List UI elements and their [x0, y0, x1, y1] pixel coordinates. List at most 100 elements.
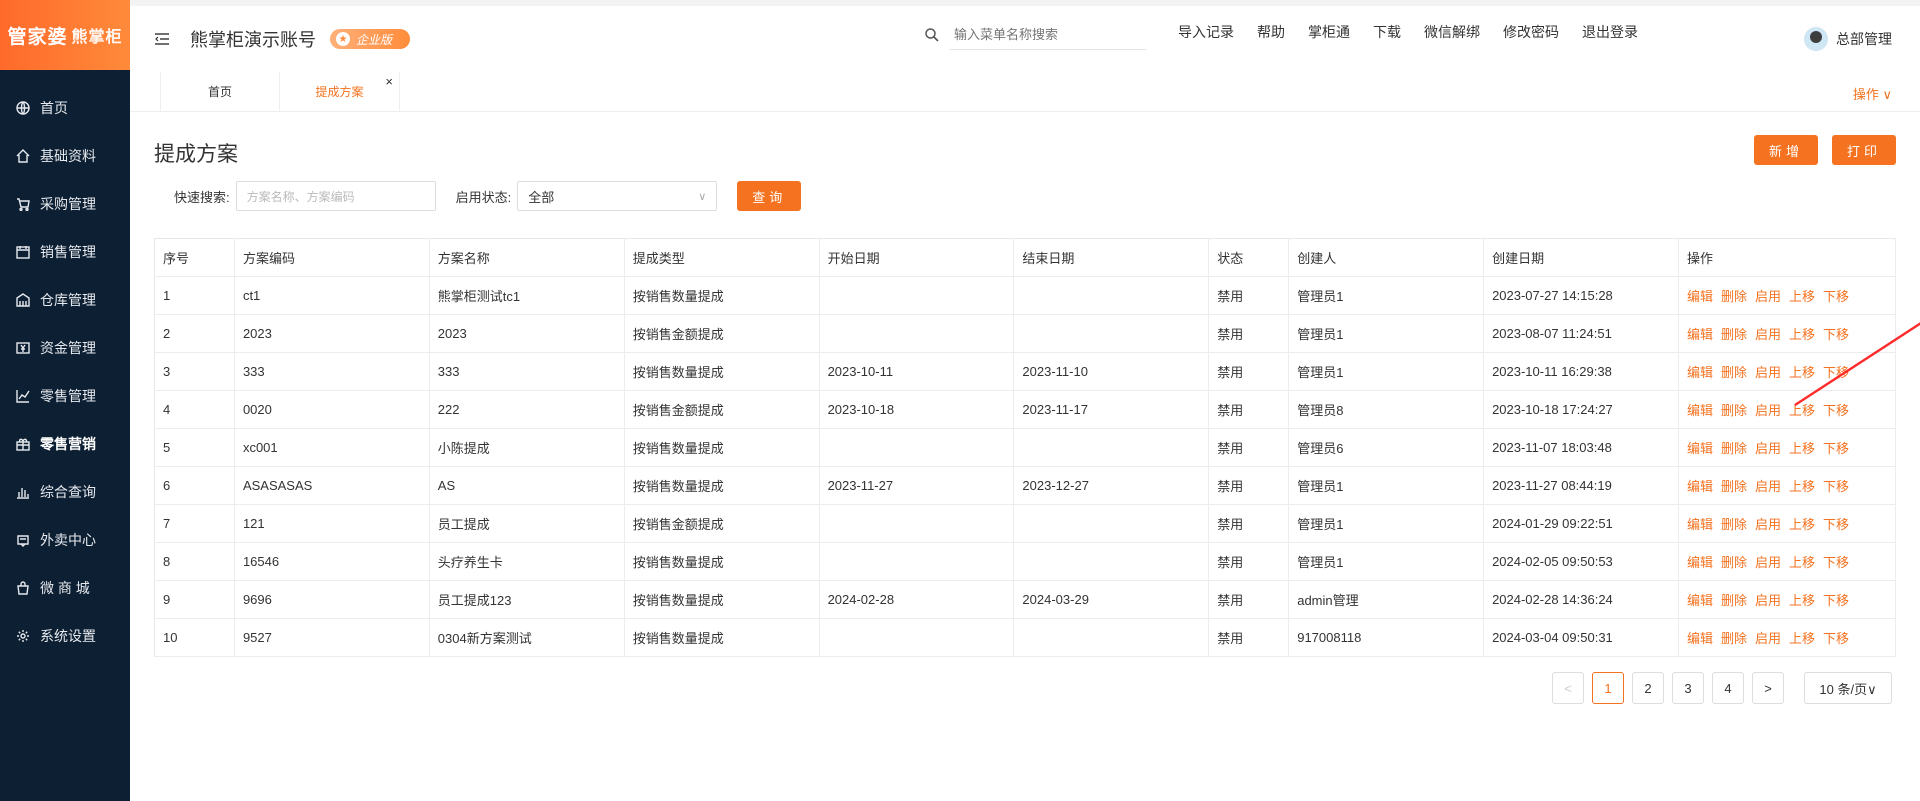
row-action-link[interactable]: 启用	[1755, 555, 1781, 570]
page-size-select[interactable]: 10 条/页∨	[1804, 672, 1892, 704]
page-button[interactable]: 3	[1672, 672, 1704, 704]
row-action-link[interactable]: 启用	[1755, 365, 1781, 380]
row-action-link[interactable]: 上移	[1789, 555, 1815, 570]
row-action-link[interactable]: 启用	[1755, 631, 1781, 646]
print-button[interactable]: 打印	[1832, 135, 1896, 165]
row-action-link[interactable]: 删除	[1721, 441, 1747, 456]
table-row: 9 9696 员工提成123 按销售数量提成 2024-02-28 2024-03-29 禁…	[154, 580, 1897, 619]
sidebar-item[interactable]: 资金管理	[0, 324, 130, 372]
row-actions: 编辑 删除 启用 上移 下移	[1678, 504, 1897, 543]
tab-operations-dropdown[interactable]: 操作 ∨	[1853, 84, 1892, 103]
tab-commission-plan[interactable]: 提成方案 ×	[280, 72, 400, 111]
page-button[interactable]: 1	[1592, 672, 1624, 704]
menu-search-input[interactable]	[950, 20, 1146, 50]
top-link[interactable]: 下载	[1373, 22, 1401, 42]
row-action-link[interactable]: 删除	[1721, 289, 1747, 304]
table-cell: 0304新方案测试	[429, 618, 625, 657]
row-action-link[interactable]: 编辑	[1687, 327, 1713, 342]
tab-home[interactable]: 首页	[160, 72, 280, 111]
top-link[interactable]: 修改密码	[1503, 22, 1559, 42]
row-action-link[interactable]: 启用	[1755, 327, 1781, 342]
row-action-link[interactable]: 删除	[1721, 555, 1747, 570]
row-action-link[interactable]: 下移	[1823, 517, 1849, 532]
row-action-link[interactable]: 编辑	[1687, 593, 1713, 608]
top-link[interactable]: 退出登录	[1582, 22, 1638, 42]
row-action-link[interactable]: 上移	[1789, 441, 1815, 456]
sidebar-item[interactable]: 外卖中心	[0, 516, 130, 564]
sidebar-item[interactable]: 系统设置	[0, 612, 130, 660]
page-button[interactable]: 4	[1712, 672, 1744, 704]
row-action-link[interactable]: 启用	[1755, 593, 1781, 608]
row-action-link[interactable]: 编辑	[1687, 403, 1713, 418]
row-action-link[interactable]: 启用	[1755, 403, 1781, 418]
top-link[interactable]: 微信解绑	[1424, 22, 1480, 42]
top-link[interactable]: 导入记录	[1178, 22, 1234, 42]
row-action-link[interactable]: 下移	[1823, 555, 1849, 570]
plan-search-input[interactable]: 方案名称、方案编码	[235, 181, 436, 211]
user-menu[interactable]: 总部管理	[1804, 27, 1892, 51]
table-cell: 禁用	[1208, 504, 1290, 543]
row-action-link[interactable]: 删除	[1721, 327, 1747, 342]
row-action-link[interactable]: 上移	[1789, 479, 1815, 494]
row-action-link[interactable]: 编辑	[1687, 365, 1713, 380]
query-button[interactable]: 查询	[737, 181, 802, 211]
row-action-link[interactable]: 启用	[1755, 517, 1781, 532]
row-action-link[interactable]: 下移	[1823, 593, 1849, 608]
row-action-link[interactable]: 删除	[1721, 403, 1747, 418]
top-link[interactable]: 帮助	[1257, 22, 1285, 42]
status-select[interactable]: 全部 ∨	[517, 181, 718, 211]
next-page-button[interactable]: >	[1752, 672, 1784, 704]
menu-collapse-icon[interactable]	[154, 32, 170, 46]
table-cell: 禁用	[1208, 428, 1290, 467]
table-cell: 禁用	[1208, 618, 1290, 657]
row-action-link[interactable]: 删除	[1721, 479, 1747, 494]
top-link[interactable]: 掌柜通	[1308, 22, 1350, 42]
sidebar-item[interactable]: 零售管理	[0, 372, 130, 420]
row-action-link[interactable]: 删除	[1721, 631, 1747, 646]
table-cell: 管理员1	[1288, 276, 1485, 315]
column-header: 创建人	[1288, 238, 1485, 277]
row-action-link[interactable]: 下移	[1823, 441, 1849, 456]
sidebar-item[interactable]: 综合查询	[0, 468, 130, 516]
sidebar-item[interactable]: 基础资料	[0, 132, 130, 180]
sidebar-item[interactable]: 微 商 城	[0, 564, 130, 612]
row-action-link[interactable]: 编辑	[1687, 441, 1713, 456]
row-action-link[interactable]: 删除	[1721, 593, 1747, 608]
sidebar-item[interactable]: 仓库管理	[0, 276, 130, 324]
row-action-link[interactable]: 启用	[1755, 479, 1781, 494]
column-header: 方案编码	[234, 238, 430, 277]
table-cell: 2023-10-18 17:24:27	[1483, 390, 1679, 429]
table-cell: ct1	[234, 276, 430, 315]
table-cell: 2024-01-29 09:22:51	[1483, 504, 1679, 543]
sidebar-item[interactable]: 首页	[0, 84, 130, 132]
sidebar-item[interactable]: 采购管理	[0, 180, 130, 228]
row-action-link[interactable]: 上移	[1789, 593, 1815, 608]
column-header: 操作	[1678, 238, 1897, 277]
row-action-link[interactable]: 编辑	[1687, 289, 1713, 304]
table-cell: 2024-02-28 14:36:24	[1483, 580, 1679, 619]
table-cell	[819, 314, 1015, 353]
row-action-link[interactable]: 编辑	[1687, 631, 1713, 646]
row-action-link[interactable]: 编辑	[1687, 479, 1713, 494]
row-action-link[interactable]: 启用	[1755, 441, 1781, 456]
prev-page-button[interactable]: <	[1552, 672, 1584, 704]
row-action-link[interactable]: 删除	[1721, 365, 1747, 380]
row-action-link[interactable]: 启用	[1755, 289, 1781, 304]
sidebar-item-label: 仓库管理	[40, 292, 96, 308]
row-action-link[interactable]: 上移	[1789, 517, 1815, 532]
table-header: 序号 方案编码 方案名称 提成类型 开始日期 结束日期 状态 创建人 创建日期 操作	[154, 238, 1897, 277]
row-action-link[interactable]: 删除	[1721, 517, 1747, 532]
row-action-link[interactable]: 上移	[1789, 631, 1815, 646]
search-label: 快速搜索:	[174, 189, 230, 205]
row-action-link[interactable]: 编辑	[1687, 555, 1713, 570]
filter-bar: 快速搜索: 方案名称、方案编码 启用状态: 全部 ∨ 查询	[174, 181, 802, 211]
sidebar-item[interactable]: 零售营销	[0, 420, 130, 468]
table-cell: 按销售金额提成	[624, 390, 820, 429]
row-action-link[interactable]: 下移	[1823, 631, 1849, 646]
row-action-link[interactable]: 下移	[1823, 479, 1849, 494]
close-icon[interactable]: ×	[385, 74, 393, 89]
sidebar-item[interactable]: 销售管理	[0, 228, 130, 276]
page-button[interactable]: 2	[1632, 672, 1664, 704]
row-action-link[interactable]: 编辑	[1687, 517, 1713, 532]
add-button[interactable]: 新增	[1754, 135, 1818, 165]
